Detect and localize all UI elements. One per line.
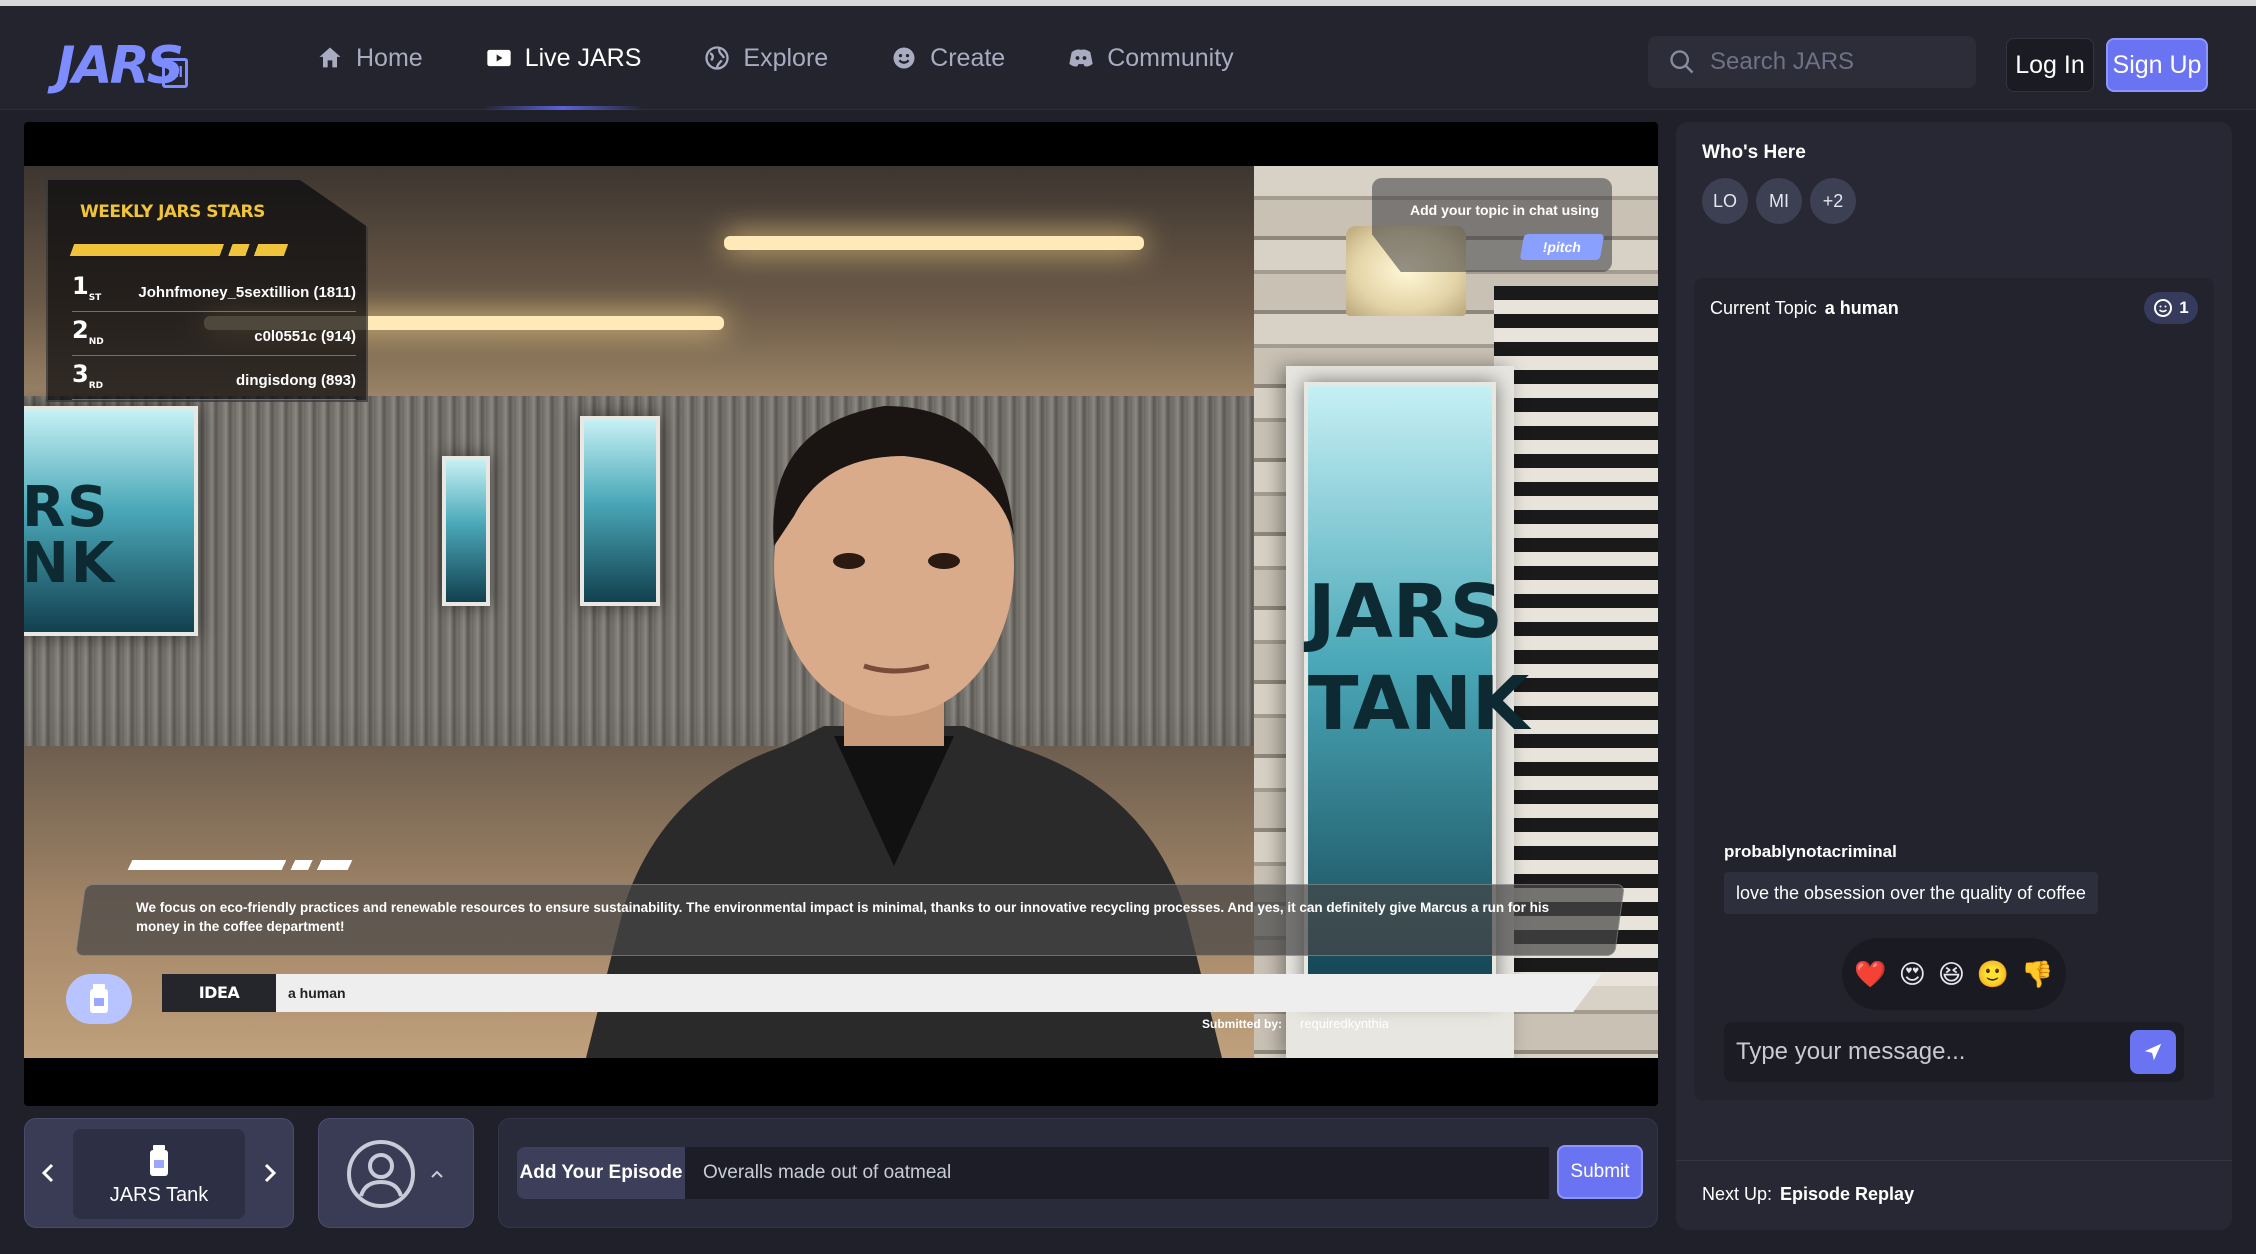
scene-blinds	[1494, 286, 1658, 986]
laugh-emoji-button[interactable]: 😆	[1938, 959, 1965, 990]
pitch-command-badge: !pitch	[1519, 234, 1605, 260]
nav-explore-label: Explore	[743, 43, 829, 72]
nav-create[interactable]: Create	[864, 6, 1031, 110]
channel-name: JARS Tank	[109, 1184, 209, 1206]
add-episode-form: Add Your Episode Submit	[498, 1118, 1658, 1228]
chat-input-box	[1724, 1022, 2184, 1082]
add-episode-label: Add Your Episode	[517, 1147, 685, 1199]
whos-here-heading: Who's Here	[1702, 142, 1806, 163]
current-topic-label: Current Topic	[1710, 298, 1817, 318]
episode-input[interactable]	[685, 1147, 1549, 1199]
signup-button[interactable]: Sign Up	[2106, 38, 2208, 92]
ceiling-light	[724, 236, 1144, 250]
main-nav: Home Live JARS Explore Create Community	[290, 6, 1270, 110]
poster-small	[442, 456, 490, 606]
topic-hint: Add your topic in chat using !pitch	[1372, 178, 1612, 272]
smile-emoji-button[interactable]: 🙂	[1977, 959, 2009, 990]
topic-hint-text: Add your topic in chat using	[1410, 202, 1599, 218]
topic-vote-count: 1	[2179, 298, 2189, 317]
poster-jars-tank-text: JARS TANK	[1308, 569, 1530, 747]
tv-icon	[487, 49, 511, 67]
ai-badge-icon: AI	[162, 58, 188, 88]
login-button[interactable]: Log In	[2006, 38, 2094, 92]
weekly-stars-panel: WEEKLY JARS STARS 1ST Johnfmoney_5sextil…	[46, 178, 368, 402]
avatar[interactable]: LO	[1702, 178, 1748, 224]
chevron-up-icon	[431, 1170, 443, 1178]
jar-icon	[150, 1145, 168, 1176]
prev-channel-button[interactable]	[37, 1161, 61, 1185]
poster-left: RS NK	[24, 406, 198, 636]
heart-emoji-button[interactable]: ❤️	[1854, 959, 1886, 990]
submitted-by-label: Submitted by:	[1202, 1017, 1282, 1031]
heart-eyes-emoji-button[interactable]: 😍	[1899, 959, 1926, 990]
viewer-avatars: LO MI +2	[1702, 178, 1856, 224]
next-channel-button[interactable]	[257, 1161, 281, 1185]
star-rank: 2ND	[72, 316, 104, 347]
poster-left-text: RS NK	[24, 475, 117, 596]
weekly-stars-title: WEEKLY JARS STARS	[80, 202, 265, 222]
top-navbar: JARS AI Home Live JARS Explore Create Co…	[0, 6, 2256, 110]
chevron-left-icon	[41, 1163, 54, 1183]
idea-bar: IDEA a human	[162, 974, 1602, 1012]
topic-vote-badge[interactable]: 1	[2144, 292, 2198, 324]
send-icon	[2144, 1043, 2162, 1061]
live-video-player[interactable]: RS NK JARS TANK WEEKLY JARS STARS 1ST Jo…	[24, 122, 1658, 1106]
nav-live-jars[interactable]: Live JARS	[459, 6, 668, 110]
next-up-label: Next Up:	[1702, 1184, 1773, 1204]
star-name: Johnfmoney_5sextillion (1811)	[138, 284, 356, 301]
smile-refresh-icon	[2154, 299, 2173, 317]
sidebar-divider	[1676, 1160, 2232, 1161]
search-input[interactable]	[1710, 48, 1950, 76]
channel-card[interactable]: JARS Tank	[73, 1129, 245, 1219]
star-name: c0l0551c (914)	[254, 328, 356, 345]
search-icon	[1670, 50, 1694, 74]
emoji-reaction-bar: ❤️ 😍 😆 🙂 👎	[1842, 938, 2066, 1010]
star-name: dingisdong (893)	[236, 372, 356, 389]
current-topic-value: a human	[1824, 298, 1899, 318]
chat-message-input[interactable]	[1736, 1032, 2106, 1072]
next-up: Next Up: Episode Replay	[1702, 1184, 1914, 1205]
jar-icon	[66, 974, 132, 1024]
chevron-right-icon	[264, 1163, 277, 1183]
globe-icon	[705, 46, 730, 70]
star-row: 1ST Johnfmoney_5sextillion (1811)	[72, 272, 356, 312]
star-row: 2ND c0l0551c (914)	[72, 316, 356, 356]
nav-home-label: Home	[356, 43, 423, 72]
next-up-value: Episode Replay	[1780, 1184, 1915, 1204]
chat-sidebar: Who's Here LO MI +2 Current Topic a human…	[1676, 122, 2232, 1230]
chat-message-text: love the obsession over the quality of c…	[1724, 872, 2098, 914]
weekly-stars-accent	[69, 244, 289, 256]
current-topic: Current Topic a human	[1710, 298, 1899, 319]
caption-text: We focus on eco-friendly practices and r…	[136, 900, 1550, 934]
idea-text: a human	[288, 985, 346, 1001]
send-message-button[interactable]	[2130, 1030, 2176, 1074]
nav-create-label: Create	[930, 43, 1006, 72]
star-rank: 3RD	[72, 360, 104, 391]
nav-home[interactable]: Home	[290, 6, 449, 110]
avatar-more[interactable]: +2	[1810, 178, 1856, 224]
avatar[interactable]: MI	[1756, 178, 1802, 224]
chat-message-username[interactable]: probablynotacriminal	[1724, 842, 1897, 862]
submitted-by: Submitted by: requiredkynthia	[1202, 1016, 1389, 1031]
submitted-by-user: requiredkynthia	[1300, 1016, 1389, 1031]
star-rank: 1ST	[72, 272, 102, 303]
caption-accent	[127, 860, 353, 870]
submit-episode-button[interactable]: Submit	[1557, 1145, 1643, 1199]
thumbs-down-emoji-button[interactable]: 👎	[2021, 959, 2053, 990]
idea-label: IDEA	[162, 974, 276, 1012]
nav-community-label: Community	[1107, 43, 1234, 72]
nav-live-jars-label: Live JARS	[524, 43, 642, 72]
star-row: 3RD dingisdong (893)	[72, 360, 356, 400]
smile-icon	[893, 47, 915, 69]
user-avatar-icon	[347, 1140, 415, 1208]
nav-explore[interactable]: Explore	[677, 6, 854, 110]
discord-icon	[1069, 49, 1093, 67]
nav-community[interactable]: Community	[1041, 6, 1259, 110]
profile-menu-button[interactable]	[318, 1118, 474, 1228]
search-box[interactable]	[1648, 36, 1976, 88]
channel-selector: JARS Tank	[24, 1118, 294, 1228]
chat-panel: Current Topic a human 1 probablynotacrimi…	[1694, 278, 2214, 1100]
home-icon	[319, 47, 341, 68]
